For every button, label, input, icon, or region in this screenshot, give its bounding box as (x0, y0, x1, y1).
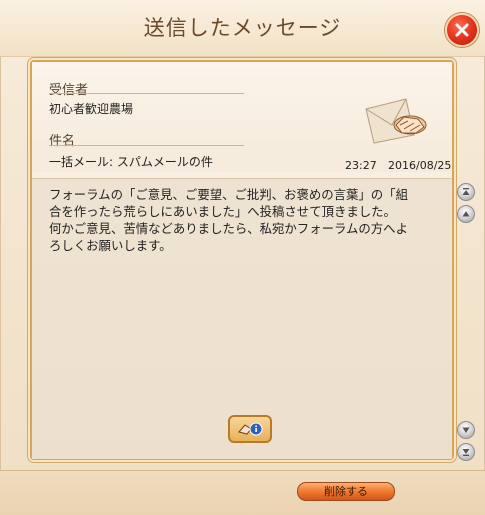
envelope-handshake-icon (365, 98, 427, 144)
message-window: 送信したメッセージ 受信者 初心者歓迎農場 件名 一括メール: スパムメールの件… (0, 0, 485, 515)
recipient-value: 初心者歓迎農場 (49, 102, 134, 116)
scroll-top-icon (462, 188, 470, 195)
close-button[interactable] (445, 13, 479, 47)
recipient-label: 受信者 (49, 83, 89, 98)
subject-value: 一括メール: スパムメールの件 (49, 155, 213, 169)
divider (49, 93, 244, 94)
reply-button[interactable] (228, 415, 272, 443)
divider (49, 145, 244, 146)
scroll-up-icon (462, 211, 470, 217)
message-text: フォーラムの「ご意見、ご要望、ご批判、お褒めの言葉」の「組 合を作ったら荒らしに… (49, 186, 444, 254)
scroll-down-button[interactable] (457, 421, 475, 439)
message-line: 何かご意見、苦情などありましたら、私宛かフォーラムの方へよ (49, 221, 408, 236)
footer-bar: 削除する (0, 470, 485, 515)
message-panel: 受信者 初心者歓迎農場 件名 一括メール: スパムメールの件 23:27 201… (30, 60, 454, 460)
window-title: 送信したメッセージ (143, 16, 342, 40)
reply-info-icon (238, 422, 263, 436)
scroll-up-button[interactable] (457, 205, 475, 223)
message-line: ろしくお願いします。 (49, 238, 172, 253)
title-bar: 送信したメッセージ (0, 0, 485, 57)
message-time: 23:27 (345, 159, 377, 172)
message-header: 受信者 初心者歓迎農場 件名 一括メール: スパムメールの件 23:27 201… (32, 62, 452, 172)
scroll-bottom-button[interactable] (457, 443, 475, 461)
message-body: フォーラムの「ご意見、ご要望、ご批判、お褒めの言葉」の「組 合を作ったら荒らしに… (32, 178, 452, 459)
scroll-down-icon (462, 427, 470, 433)
close-icon (455, 23, 469, 37)
message-line: 合を作ったら荒らしにあいました」へ投稿させて頂きました。 (49, 204, 396, 219)
scroll-top-button[interactable] (457, 183, 475, 201)
scroll-bottom-icon (462, 449, 470, 456)
message-line: フォーラムの「ご意見、ご要望、ご批判、お褒めの言葉」の「組 (49, 187, 408, 202)
subject-label: 件名 (49, 134, 76, 149)
message-date: 2016/08/25 (388, 159, 452, 172)
delete-button[interactable]: 削除する (297, 482, 395, 501)
